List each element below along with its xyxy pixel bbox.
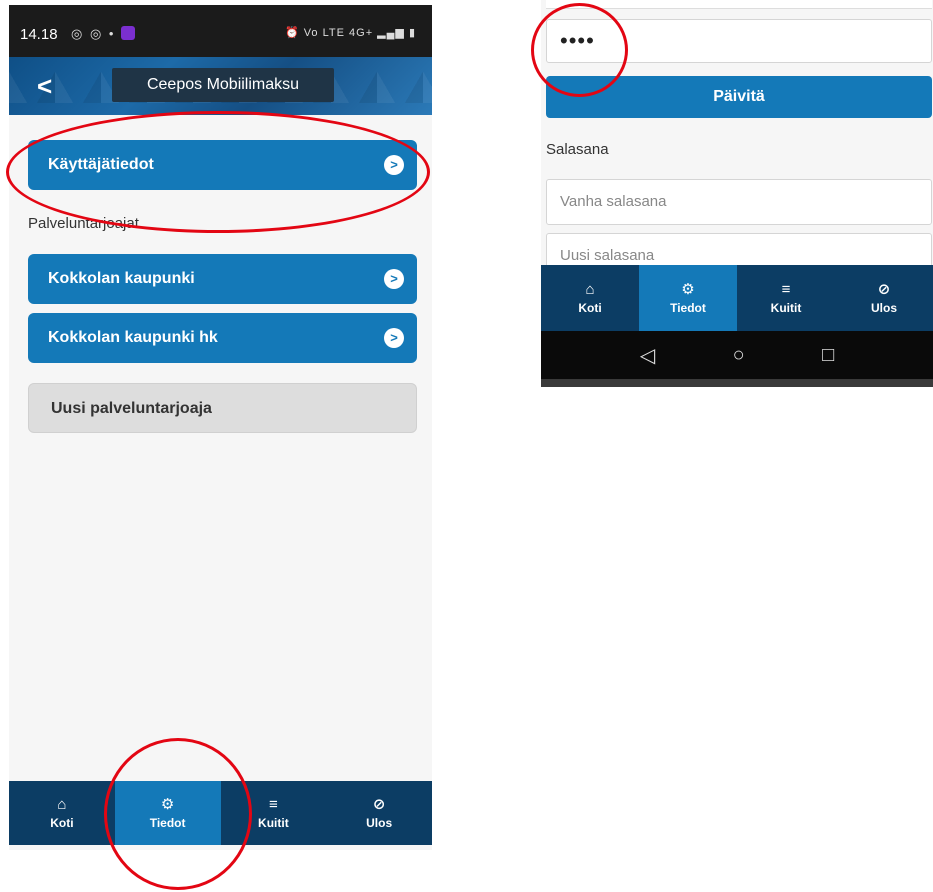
- back-icon[interactable]: <: [37, 71, 52, 102]
- password-value: ••••: [560, 28, 595, 53]
- nav-bottom-edge: [541, 379, 933, 387]
- tab-label: Kuitit: [258, 815, 289, 830]
- app-title: Ceepos Mobiilimaksu: [112, 68, 334, 102]
- gear-icon: ⚙: [681, 280, 695, 298]
- bottom-tab-bar: ⌂ Koti ⚙ Tiedot ≡ Kuitit ⊘ Ulos: [9, 781, 432, 845]
- tab-label: Kuitit: [770, 300, 802, 315]
- app-notification-icon: [121, 26, 136, 40]
- previous-field-edge: [546, 0, 932, 9]
- menu-icon: ≡: [268, 795, 278, 813]
- gear-icon: ⚙: [160, 795, 175, 813]
- user-info-button[interactable]: Käyttäjätiedot >: [28, 140, 417, 190]
- nav-back-icon[interactable]: ◁: [640, 343, 655, 368]
- tab-tiedot[interactable]: ⚙ Tiedot: [114, 781, 221, 845]
- status-right-icons: ⏰ Vo LTE 4G+ ▂▄▆ ▮: [284, 27, 416, 39]
- tab-koti[interactable]: ⌂ Koti: [9, 781, 115, 845]
- user-info-label: Käyttäjätiedot: [48, 156, 154, 173]
- home-icon: ⌂: [585, 280, 595, 298]
- provider-label: Kokkolan kaupunki: [48, 270, 195, 287]
- nav-home-icon[interactable]: ○: [733, 344, 745, 367]
- status-bar: 14.18 ◎ ◎ • ⏰ Vo LTE 4G+ ▂▄▆ ▮: [9, 5, 432, 57]
- provider-label: Kokkolan kaupunki hk: [48, 329, 218, 346]
- tab-label: Ulos: [366, 815, 393, 830]
- logout-icon: ⊘: [877, 280, 891, 298]
- bottom-tab-bar: ⌂ Koti ⚙ Tiedot ≡ Kuitit ⊘ Ulos: [541, 265, 933, 331]
- tab-label: Koti: [578, 300, 602, 315]
- tab-kuitit[interactable]: ≡ Kuitit: [221, 781, 327, 845]
- android-nav-bar: ◁ ○ □: [541, 331, 933, 379]
- new-provider-button[interactable]: Uusi palveluntarjoaja: [28, 383, 417, 433]
- logout-icon: ⊘: [372, 795, 386, 813]
- tab-ulos[interactable]: ⊘ Ulos: [326, 781, 432, 845]
- old-password-input[interactable]: Vanha salasana: [546, 179, 932, 225]
- tab-label: Koti: [50, 815, 74, 830]
- tab-label: Ulos: [870, 300, 897, 315]
- left-phone-screen: 14.18 ◎ ◎ • ⏰ Vo LTE 4G+ ▂▄▆ ▮ < Ceepos …: [9, 5, 432, 850]
- status-time: 14.18: [20, 26, 58, 43]
- chevron-right-icon: >: [384, 155, 404, 175]
- password-section-label: Salasana: [546, 141, 609, 158]
- menu-icon: ≡: [781, 280, 791, 298]
- home-icon: ⌂: [57, 795, 67, 813]
- chevron-right-icon: >: [384, 269, 404, 289]
- tab-tiedot[interactable]: ⚙ Tiedot: [639, 265, 737, 331]
- app-header: < Ceepos Mobiilimaksu: [9, 57, 432, 115]
- update-button[interactable]: Päivitä: [546, 76, 932, 118]
- tab-kuitit[interactable]: ≡ Kuitit: [737, 265, 835, 331]
- nav-recents-icon[interactable]: □: [822, 344, 834, 367]
- tab-koti[interactable]: ⌂ Koti: [541, 265, 639, 331]
- provider-button-kokkola-hk[interactable]: Kokkolan kaupunki hk >: [28, 313, 417, 363]
- tab-label: Tiedot: [670, 300, 706, 315]
- provider-button-kokkola[interactable]: Kokkolan kaupunki >: [28, 254, 417, 304]
- tab-label: Tiedot: [149, 815, 186, 830]
- password-field[interactable]: ••••: [546, 19, 932, 63]
- providers-section-label: Palveluntarjoajat: [28, 215, 139, 232]
- chevron-right-icon: >: [384, 328, 404, 348]
- tab-ulos[interactable]: ⊘ Ulos: [835, 265, 933, 331]
- right-phone-screen: •••• Päivitä Salasana Vanha salasana Uus…: [541, 0, 933, 387]
- notification-icons: ◎ ◎ •: [71, 26, 136, 42]
